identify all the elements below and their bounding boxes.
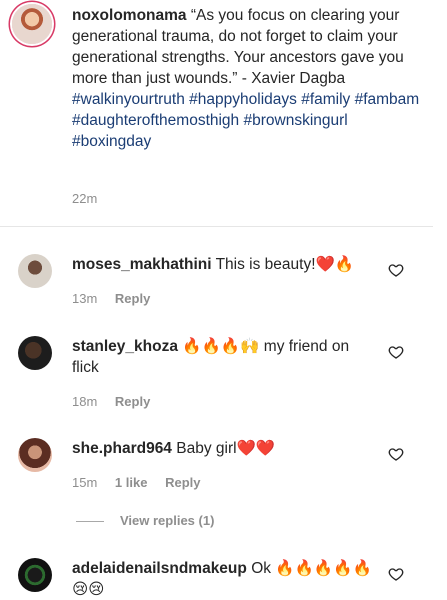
- heart-outline-icon[interactable]: [388, 566, 404, 582]
- reply-button[interactable]: Reply: [115, 291, 150, 306]
- comment-likes-count[interactable]: 1 like: [115, 475, 148, 490]
- view-replies-label: View replies (1): [120, 513, 215, 528]
- heart-outline-icon[interactable]: [388, 344, 404, 360]
- comment-meta: 18m Reply: [72, 394, 164, 409]
- comment-text: Baby girl❤️❤️: [176, 440, 276, 457]
- post-caption: noxolomonama “As you focus on clearing y…: [0, 0, 447, 222]
- commenter-username[interactable]: stanley_khoza: [72, 338, 178, 355]
- comment-text-block: moses_makhathini This is beauty!❤️🔥: [72, 254, 372, 275]
- comment-timestamp: 13m: [72, 291, 98, 306]
- commenter-avatar[interactable]: [18, 254, 52, 288]
- view-replies-button[interactable]: View replies (1): [76, 513, 214, 528]
- comment-timestamp: 15m: [72, 475, 98, 490]
- comment-text-block: she.phard964 Baby girl❤️❤️: [72, 438, 372, 459]
- comment-meta: 15m 1 like Reply: [72, 475, 214, 490]
- comment-text-block: stanley_khoza 🔥🔥🔥🙌 my friend on flick: [72, 336, 372, 378]
- commenter-avatar[interactable]: [18, 558, 52, 592]
- caption-hashtags[interactable]: #walkinyourtruth #happyholidays #family …: [72, 91, 419, 150]
- caption-divider: [0, 226, 433, 227]
- commenter-avatar[interactable]: [18, 336, 52, 370]
- commenter-username[interactable]: moses_makhathini: [72, 256, 212, 273]
- comment-timestamp: 18m: [72, 394, 98, 409]
- view-replies-line: [76, 521, 104, 523]
- caption-text-block: noxolomonama “As you focus on clearing y…: [72, 5, 422, 152]
- comment-text-block: adelaidenailsndmakeup Ok 🔥🔥🔥🔥🔥😢😢: [72, 558, 372, 600]
- commenter-username[interactable]: she.phard964: [72, 440, 172, 457]
- comment-text: This is beauty!❤️🔥: [215, 256, 355, 273]
- commenter-username[interactable]: adelaidenailsndmakeup: [72, 560, 247, 577]
- caption-timestamp: 22m: [72, 191, 98, 206]
- caption-username[interactable]: noxolomonama: [72, 7, 187, 24]
- reply-button[interactable]: Reply: [115, 394, 150, 409]
- comment-meta: 13m Reply: [72, 291, 164, 306]
- caption-author-avatar[interactable]: [12, 4, 52, 44]
- heart-outline-icon[interactable]: [388, 446, 404, 462]
- heart-outline-icon[interactable]: [388, 262, 404, 278]
- commenter-avatar[interactable]: [18, 438, 52, 472]
- reply-button[interactable]: Reply: [165, 475, 200, 490]
